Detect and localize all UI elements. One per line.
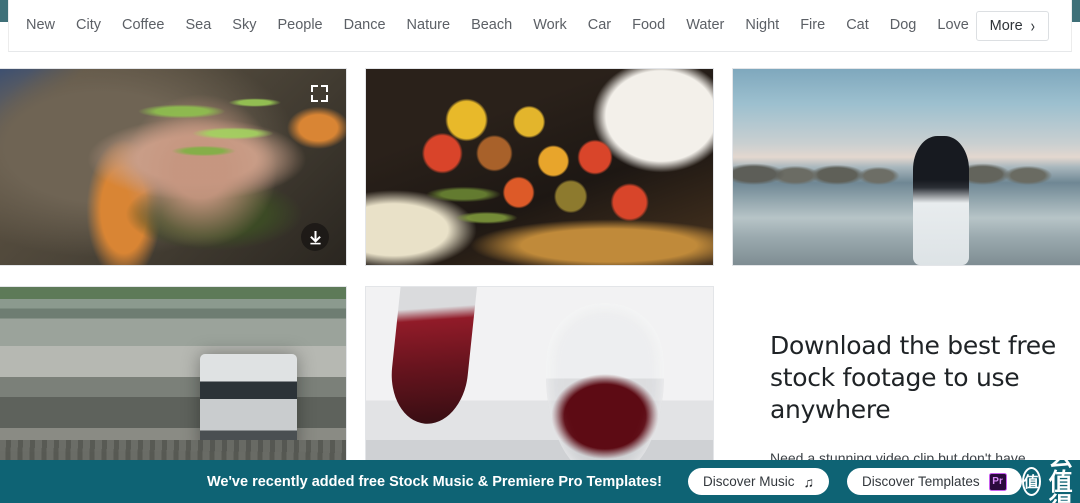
- category-list: New City Coffee Sea Sky People Dance Nature Beac…: [9, 0, 976, 51]
- discover-music-label: Discover Music: [703, 474, 795, 489]
- video-thumbnail-4: [0, 287, 346, 483]
- discover-templates-label: Discover Templates: [862, 474, 980, 489]
- category-item-love[interactable]: Love: [937, 18, 968, 33]
- video-card-4[interactable]: [0, 286, 347, 484]
- category-item-work[interactable]: Work: [533, 18, 567, 33]
- category-item-night[interactable]: Night: [745, 18, 779, 33]
- download-icon[interactable]: [301, 223, 329, 251]
- category-nav-bar: New City Coffee Sea Sky People Dance Nature Beac…: [8, 0, 1072, 52]
- category-item-beach[interactable]: Beach: [471, 18, 512, 33]
- page-root: New City Coffee Sea Sky People Dance Nature Beac…: [0, 0, 1080, 503]
- music-note-icon: ♫: [803, 473, 815, 490]
- video-thumbnail-3: [733, 69, 1080, 265]
- banner-message: We've recently added free Stock Music & …: [207, 473, 663, 490]
- category-item-city[interactable]: City: [76, 18, 101, 33]
- category-item-dance[interactable]: Dance: [344, 18, 386, 33]
- video-card-3[interactable]: [732, 68, 1080, 266]
- premiere-pro-icon: Pr: [988, 472, 1007, 491]
- category-item-sky[interactable]: Sky: [232, 18, 256, 33]
- category-item-people[interactable]: People: [277, 18, 322, 33]
- discover-music-button[interactable]: Discover Music ♫: [688, 468, 830, 495]
- watermark-text: 什么值得买: [1048, 419, 1074, 503]
- category-item-cat[interactable]: Cat: [846, 18, 869, 33]
- category-item-fire[interactable]: Fire: [800, 18, 825, 33]
- category-item-nature[interactable]: Nature: [407, 18, 451, 33]
- discover-templates-button[interactable]: Discover Templates Pr: [847, 468, 1022, 495]
- chevron-right-icon: ›: [1030, 15, 1035, 36]
- category-item-water[interactable]: Water: [686, 18, 724, 33]
- announcement-banner: We've recently added free Stock Music & …: [0, 422, 1080, 503]
- watermark: 值 什么值得买: [1021, 419, 1080, 503]
- more-categories-button[interactable]: More ›: [975, 10, 1049, 41]
- promo-title: Download the best free stock footage to …: [770, 331, 1056, 424]
- category-item-coffee[interactable]: Coffee: [122, 18, 164, 33]
- category-item-sea[interactable]: Sea: [185, 18, 211, 33]
- video-card-2[interactable]: [365, 68, 714, 266]
- more-label: More: [989, 17, 1023, 34]
- watermark-logo-icon: 值: [1021, 467, 1041, 496]
- video-card-1[interactable]: [0, 68, 347, 266]
- category-item-new[interactable]: New: [26, 18, 55, 33]
- video-thumbnail-5: [366, 287, 713, 483]
- category-item-food[interactable]: Food: [632, 18, 665, 33]
- video-thumbnail-1: [0, 69, 346, 265]
- category-item-car[interactable]: Car: [588, 18, 611, 33]
- video-thumbnail-2: [366, 69, 713, 265]
- gallery-row-1: [0, 68, 1080, 266]
- category-item-dog[interactable]: Dog: [890, 18, 917, 33]
- video-card-5[interactable]: [365, 286, 714, 484]
- expand-icon[interactable]: [311, 85, 328, 102]
